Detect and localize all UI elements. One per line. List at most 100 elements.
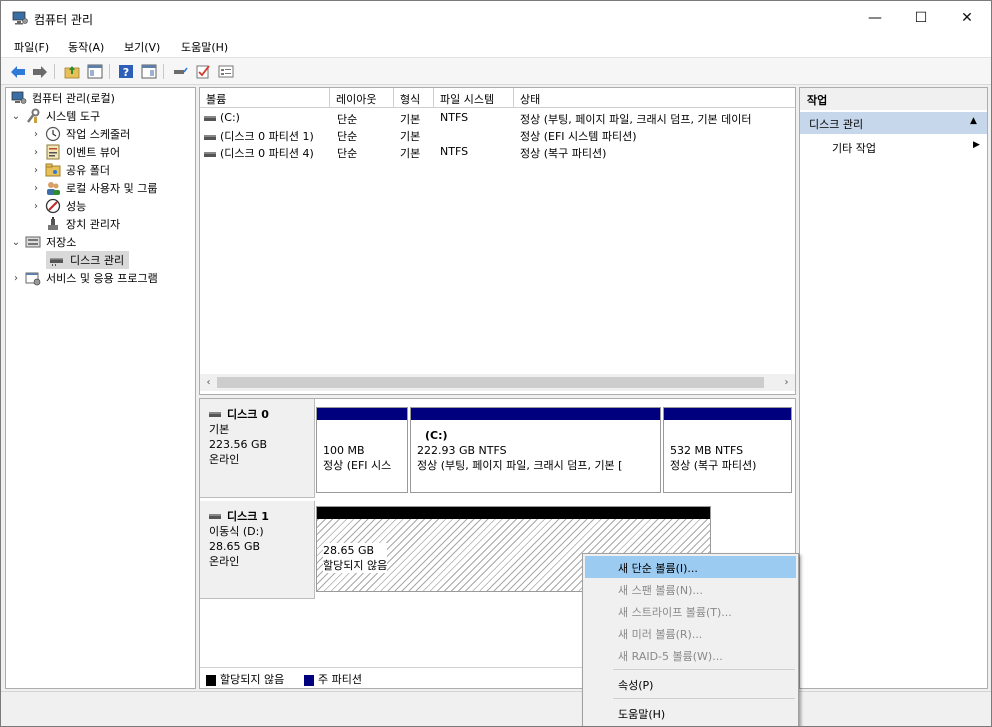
disk-0-status: 온라인 xyxy=(209,453,240,466)
chevron-down-icon[interactable]: ⌄ xyxy=(10,111,22,122)
show-hide-console-tree-button[interactable] xyxy=(86,63,104,80)
menu-item-new-raid5-volume[interactable]: 새 RAID-5 볼륨(W)... xyxy=(585,644,796,666)
tree-item-services-applications[interactable]: › 서비스 및 응용 프로그램 xyxy=(10,269,160,287)
file-system-cell: NTFS xyxy=(440,145,469,158)
tree-item-computer-management[interactable]: 컴퓨터 관리(로컬) xyxy=(8,89,117,107)
horizontal-scrollbar[interactable]: ‹ › xyxy=(200,374,795,391)
partition-size: 532 MB NTFS xyxy=(670,444,744,457)
toolbar-separator xyxy=(109,64,110,79)
properties-list-button[interactable] xyxy=(217,63,235,80)
disk-1-info[interactable]: 디스크 1 이동식 (D:) 28.65 GB 온라인 xyxy=(200,501,315,599)
actions-section-label: 디스크 관리 xyxy=(809,118,864,131)
chevron-right-icon[interactable]: › xyxy=(10,273,22,284)
connect-drive-button[interactable] xyxy=(171,63,189,80)
partition-recovery[interactable]: 532 MB NTFS 정상 (복구 파티션) xyxy=(663,407,792,493)
scroll-right-button[interactable]: › xyxy=(778,374,795,391)
partition-efi[interactable]: 100 MB 정상 (EFI 시스 xyxy=(316,407,408,493)
column-header-layout[interactable]: 레이아웃 xyxy=(330,88,394,108)
partition-size: 222.93 GB NTFS xyxy=(417,444,507,457)
column-header-file-system[interactable]: 파일 시스템 xyxy=(434,88,514,108)
layout-cell: 단순 xyxy=(337,130,358,143)
computer-management-window: 컴퓨터 관리 — ☐ ✕ 파일(F) 동작(A) 보기(V) 도움말(H) ? xyxy=(0,0,992,727)
chevron-right-icon[interactable]: › xyxy=(30,147,42,158)
table-row[interactable]: (디스크 0 파티션 1) 단순 기본 정상 (EFI 시스템 파티션) xyxy=(200,126,795,143)
disk-0-info[interactable]: 디스크 0 기본 223.56 GB 온라인 xyxy=(200,399,315,498)
partition-status: 정상 (복구 파티션) xyxy=(670,459,757,472)
tree-item-performance[interactable]: › 성능 xyxy=(30,197,88,215)
scroll-left-button[interactable]: ‹ xyxy=(200,374,217,391)
tree-item-disk-management[interactable]: 디스크 관리 xyxy=(46,251,130,269)
chevron-right-icon[interactable]: › xyxy=(30,201,42,212)
column-header-volume[interactable]: 볼륨 xyxy=(200,88,330,108)
collapse-up-icon[interactable]: ▲ xyxy=(970,116,977,126)
help-button[interactable]: ? xyxy=(117,63,135,80)
column-header-status[interactable]: 상태 xyxy=(514,88,795,108)
forward-button[interactable] xyxy=(31,63,49,80)
disk-1-status: 온라인 xyxy=(209,555,240,568)
menu-view[interactable]: 보기(V) xyxy=(124,39,160,55)
maximize-button[interactable]: ☐ xyxy=(898,1,944,35)
local-users-icon xyxy=(45,180,61,196)
disk-0-name: 디스크 0 xyxy=(227,408,269,421)
drive-icon xyxy=(204,151,216,157)
menu-item-help[interactable]: 도움말(H) xyxy=(585,702,796,724)
minimize-button[interactable]: — xyxy=(852,1,898,35)
menu-item-new-spanned-volume[interactable]: 새 스팬 볼륨(N)... xyxy=(585,578,796,600)
menu-file[interactable]: 파일(F) xyxy=(14,39,49,55)
column-header-type[interactable]: 형식 xyxy=(394,88,434,108)
disk-management-icon xyxy=(49,252,65,268)
properties-list-icon xyxy=(218,65,234,78)
tree-item-storage[interactable]: ⌄ 저장소 xyxy=(10,233,78,251)
tree-item-label: 이벤트 뷰어 xyxy=(66,146,121,159)
tree-item-task-scheduler[interactable]: › 작업 스케줄러 xyxy=(30,125,132,143)
chevron-right-icon[interactable]: › xyxy=(30,165,42,176)
status-bar xyxy=(1,691,991,713)
volume-cell: (디스크 0 파티션 1) xyxy=(204,128,314,144)
tree-item-label: 디스크 관리 xyxy=(70,254,125,267)
close-button[interactable]: ✕ xyxy=(944,1,990,35)
scrollbar-thumb[interactable] xyxy=(217,377,764,388)
window-title: 컴퓨터 관리 xyxy=(34,13,94,27)
chevron-right-icon[interactable]: › xyxy=(30,183,42,194)
drive-icon xyxy=(204,115,216,121)
menu-item-new-simple-volume[interactable]: 새 단순 볼륨(I)... xyxy=(585,556,796,578)
toolbar-separator xyxy=(163,64,164,79)
actions-pane: 작업 디스크 관리 ▲ 기타 작업 ▶ xyxy=(799,87,988,689)
file-system-cell: NTFS xyxy=(440,111,469,124)
partition-status: 정상 (EFI 시스 xyxy=(323,459,392,472)
chevron-right-icon[interactable]: › xyxy=(30,129,42,140)
partition-text: 532 MB NTFS 정상 (복구 파티션) xyxy=(670,443,756,473)
menu-help[interactable]: 도움말(H) xyxy=(181,39,228,55)
back-button[interactable] xyxy=(9,63,27,80)
checklist-button[interactable] xyxy=(194,63,212,80)
chevron-right-icon: › xyxy=(784,377,789,388)
tree-item-shared-folders[interactable]: › 공유 폴더 xyxy=(30,161,112,179)
drive-icon xyxy=(209,514,221,519)
menu-action[interactable]: 동작(A) xyxy=(68,39,104,55)
tree-item-event-viewer[interactable]: › 이벤트 뷰어 xyxy=(30,143,122,161)
volume-name: (디스크 0 파티션 1) xyxy=(220,130,314,143)
partition-c[interactable]: (C:) 222.93 GB NTFS 정상 (부팅, 페이지 파일, 크래시 … xyxy=(410,407,661,493)
back-arrow-icon xyxy=(11,65,25,78)
volume-name: (디스크 0 파티션 4) xyxy=(220,147,314,160)
show-hide-action-pane-button[interactable] xyxy=(140,63,158,80)
actions-section-disk-management[interactable]: 디스크 관리 ▲ xyxy=(800,112,987,134)
checklist-icon xyxy=(196,65,210,79)
up-one-level-button[interactable] xyxy=(63,63,81,80)
volume-cell: (디스크 0 파티션 4) xyxy=(204,145,314,161)
context-menu: 새 단순 볼륨(I)... 새 스팬 볼륨(N)... 새 스트라이프 볼륨(T… xyxy=(582,553,799,726)
help-icon: ? xyxy=(119,65,133,79)
menu-item-properties[interactable]: 속성(P) xyxy=(585,673,796,695)
tree-item-system-tools[interactable]: ⌄ 시스템 도구 xyxy=(10,107,102,125)
chevron-down-icon[interactable]: ⌄ xyxy=(10,237,22,248)
menu-item-new-striped-volume[interactable]: 새 스트라이프 볼륨(T)... xyxy=(585,600,796,622)
menu-item-new-mirrored-volume[interactable]: 새 미러 볼륨(R)... xyxy=(585,622,796,644)
status-cell: 정상 (부팅, 페이지 파일, 크래시 덤프, 기본 데이터 xyxy=(520,113,752,126)
console-tree[interactable]: 컴퓨터 관리(로컬) ⌄ 시스템 도구 › 작업 스케줄러 › 이벤트 뷰어 ›… xyxy=(5,87,196,689)
table-row[interactable]: (디스크 0 파티션 4) 단순 기본 NTFS 정상 (복구 파티션) xyxy=(200,143,795,160)
tree-item-local-users-groups[interactable]: › 로컬 사용자 및 그룹 xyxy=(30,179,159,197)
tree-item-device-manager[interactable]: 장치 관리자 xyxy=(30,215,122,233)
table-row[interactable]: (C:) 단순 기본 NTFS 정상 (부팅, 페이지 파일, 크래시 덤프, … xyxy=(200,109,795,126)
volume-list[interactable]: 볼륨 레이아웃 형식 파일 시스템 상태 (C:) 단순 기본 NTFS 정상 … xyxy=(199,87,796,395)
action-more-actions[interactable]: 기타 작업 ▶ xyxy=(800,137,987,157)
